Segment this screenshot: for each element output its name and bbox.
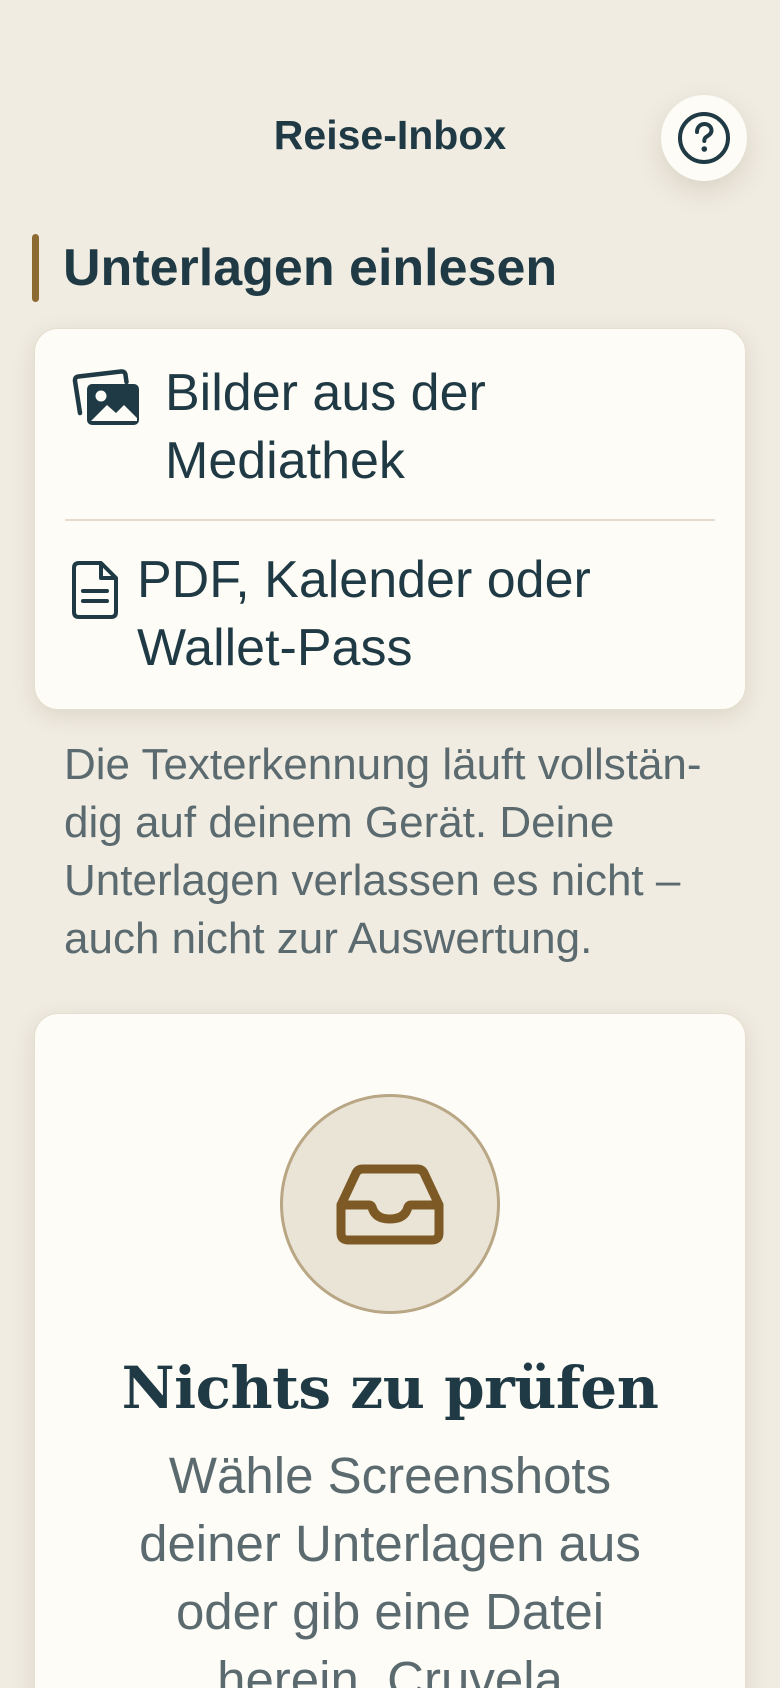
empty-state-icon-circle <box>280 1094 500 1314</box>
divider <box>65 519 715 521</box>
section-heading-text: Unterlagen einlesen <box>63 239 558 297</box>
question-circle-icon <box>678 112 730 164</box>
photo-stack-icon <box>72 369 139 425</box>
privacy-note: Die Texterkennung läuft vollstän­dig auf… <box>64 740 702 963</box>
section-heading: Unterlagen einlesen <box>32 234 557 302</box>
empty-state-title: Nichts zu prüfen <box>121 1354 659 1422</box>
import-from-photos-label: Bilder aus der Mediathek <box>165 364 486 490</box>
empty-state-card: Nichts zu prüfen Wähle Screenshots deine… <box>34 1013 746 1688</box>
import-file-button[interactable]: PDF, Kalender oder Wallet-Pass <box>35 546 745 682</box>
inbox-tray-icon <box>336 1164 444 1245</box>
heading-accent-bar <box>32 234 39 302</box>
empty-state-text: Wähle Screenshots deiner Unterlagen aus … <box>139 1447 641 1688</box>
help-button[interactable] <box>661 95 747 181</box>
reise-inbox-screen: Reise-Inbox Unterlagen einlesen Bilder a… <box>0 0 780 1688</box>
document-icon <box>72 561 118 619</box>
import-file-label: PDF, Kalender oder Wallet-Pass <box>137 551 591 677</box>
import-options-card: Bilder aus der Mediathek PDF, Kalender o… <box>34 328 746 710</box>
import-from-photos-button[interactable]: Bilder aus der Mediathek <box>35 359 745 495</box>
